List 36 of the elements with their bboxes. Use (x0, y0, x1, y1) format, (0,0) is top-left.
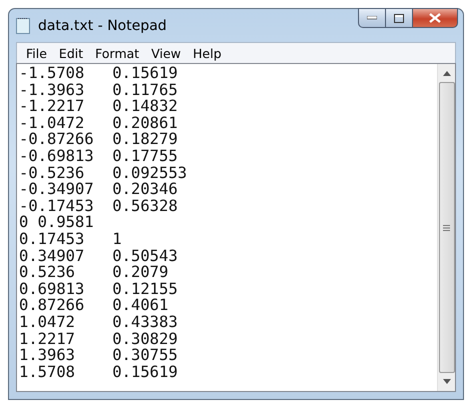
text-line: -0.69813 0.17755 (19, 148, 179, 165)
close-button[interactable] (412, 8, 458, 28)
menu-item[interactable]: Help (188, 46, 226, 60)
scroll-up-icon[interactable] (442, 71, 450, 76)
text-line: -1.0472 0.20861 (19, 114, 179, 132)
text-line: -1.2217 0.14832 (19, 98, 179, 115)
notepad-icon (16, 17, 30, 34)
text-line: 0.5236 0.2079 (19, 264, 170, 281)
text-line: -1.3963 0.11765 (19, 82, 179, 98)
text-line: -0.34907 0.20346 (19, 181, 179, 198)
text-line: -1.5708 0.15619 (19, 65, 179, 82)
text-line: 1.3963 0.30755 (19, 347, 179, 364)
minimize-icon (367, 16, 377, 20)
menu-item[interactable]: File (21, 46, 52, 60)
text-line: 0.87266 0.4061 (19, 297, 170, 314)
text-line: 0.34907 0.50543 (19, 248, 179, 264)
text-line: -0.17453 0.56328 (19, 198, 179, 214)
minimize-button[interactable] (358, 8, 386, 28)
text-line: 1.2217 0.30829 (19, 330, 179, 348)
text-line: 1.0472 0.43383 (19, 314, 179, 330)
grip-icon (443, 224, 450, 230)
menu-item[interactable]: Format (90, 46, 144, 60)
scrollbar-thumb[interactable] (438, 82, 454, 373)
maximize-button[interactable] (385, 8, 413, 28)
text-line: 1.5708 0.15619 (19, 364, 179, 380)
close-icon (429, 13, 441, 23)
scroll-down-icon[interactable] (442, 379, 450, 384)
maximize-icon (394, 14, 404, 22)
menu-item[interactable]: View (146, 46, 186, 60)
text-line: -0.87266 0.18279 (19, 131, 179, 148)
text-line: 0.69813 0.12155 (19, 280, 179, 298)
window-title: data.txt - Notepad (38, 18, 167, 34)
menu-item[interactable]: Edit (54, 46, 88, 60)
text-line: 0.17453 1 (19, 230, 123, 248)
text-line: 0 0.9581 (19, 214, 95, 231)
text-line: -0.5236 0.092553 (19, 164, 188, 182)
